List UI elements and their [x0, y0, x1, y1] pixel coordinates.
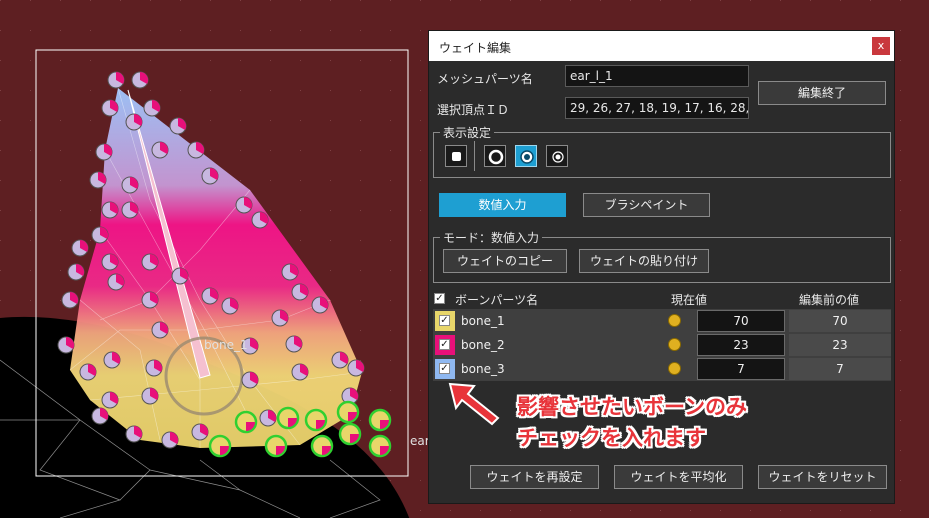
- col-bone-header: ボーンパーツ名: [455, 293, 539, 307]
- before-value: 23: [789, 334, 891, 356]
- bone-checkbox[interactable]: ✓: [439, 315, 450, 326]
- display-settings-title: 表示設定: [440, 124, 495, 141]
- end-edit-button[interactable]: 編集終了: [758, 81, 886, 105]
- table-row[interactable]: ✓ bone_2 23 23: [433, 333, 891, 357]
- ring-icon: [488, 149, 504, 165]
- display-mode-square-button[interactable]: [445, 145, 467, 167]
- before-value: 70: [789, 310, 891, 332]
- current-value-input[interactable]: 7: [697, 358, 785, 380]
- display-mode-dot-button[interactable]: [546, 145, 568, 167]
- square-icon: [452, 152, 461, 161]
- bone-name: bone_3: [461, 362, 505, 376]
- annotation-callout: 影響させたいボーンのみ チェックを入れます: [517, 392, 747, 454]
- vertex-id-field[interactable]: 29, 26, 27, 18, 19, 17, 16, 28, 10,: [565, 97, 749, 119]
- bone-label: bone_1: [204, 338, 248, 352]
- bone-name: bone_1: [461, 314, 505, 328]
- mesh-part-field[interactable]: ear_l_1: [565, 65, 749, 87]
- weight-indicator-dot: [668, 362, 681, 375]
- annotation-arrow-icon: [448, 382, 500, 426]
- weight-indicator-dot: [668, 314, 681, 327]
- average-weight-button[interactable]: ウェイトを平均化: [614, 465, 743, 489]
- reset-weight-button[interactable]: ウェイトを再設定: [470, 465, 599, 489]
- col-current-header: 現在値: [671, 293, 708, 307]
- display-mode-circle-button[interactable]: [515, 145, 537, 167]
- divider: [474, 141, 475, 171]
- select-all-checkbox[interactable]: ✓: [434, 293, 445, 304]
- mode-group-title: モード：数値入力: [440, 229, 543, 246]
- paste-weight-button[interactable]: ウェイトの貼り付け: [579, 249, 709, 273]
- bone-checkbox[interactable]: ✓: [439, 339, 450, 350]
- table-row[interactable]: ✓ bone_1 70 70: [433, 309, 891, 333]
- current-value-input[interactable]: 23: [697, 334, 785, 356]
- annotation-line-2: チェックを入れます: [517, 426, 706, 450]
- col-before-header: 編集前の値: [799, 293, 860, 307]
- display-settings-group: 表示設定: [433, 124, 891, 178]
- close-button[interactable]: x: [872, 37, 890, 55]
- mode-group: モード：数値入力 ウェイトのコピー ウェイトの貼り付け: [433, 229, 891, 283]
- mesh-part-label: メッシュパーツ名: [437, 72, 533, 86]
- edge-label: ear: [410, 434, 430, 448]
- numeric-input-button[interactable]: 数値入力: [439, 193, 566, 217]
- title-bar[interactable]: ウェイト編集 x: [429, 31, 894, 61]
- copy-weight-button[interactable]: ウェイトのコピー: [443, 249, 567, 273]
- bone-name: bone_2: [461, 338, 505, 352]
- weight-indicator-dot: [668, 338, 681, 351]
- vertex-id-label: 選択頂点ＩＤ: [437, 103, 510, 117]
- display-mode-ring-button[interactable]: [484, 145, 506, 167]
- current-value-input[interactable]: 70: [697, 310, 785, 332]
- clear-weight-button[interactable]: ウェイトをリセット: [758, 465, 887, 489]
- before-value: 7: [789, 358, 891, 380]
- dialog-title: ウェイト編集: [439, 41, 512, 55]
- annotation-line-1: 影響させたいボーンのみ: [517, 395, 747, 419]
- bone-checkbox[interactable]: ✓: [439, 363, 450, 374]
- brush-paint-button[interactable]: ブラシペイント: [583, 193, 710, 217]
